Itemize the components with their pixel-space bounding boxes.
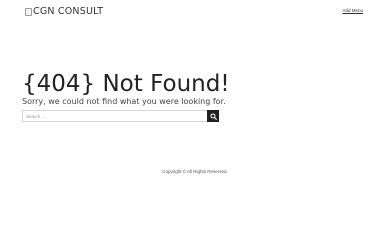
logo-text: CGN CONSULT bbox=[33, 6, 104, 17]
page: CGN CONSULT Add Menu {404} Not Found! So… bbox=[0, 0, 390, 240]
site-logo[interactable]: CGN CONSULT bbox=[25, 6, 103, 18]
search-input[interactable] bbox=[22, 110, 207, 122]
page-title: {404} Not Found! bbox=[22, 71, 230, 97]
search-button[interactable] bbox=[207, 110, 219, 122]
add-menu-link[interactable]: Add Menu bbox=[342, 8, 363, 13]
footer-copyright: Copyright © All Rights Reserved. bbox=[162, 169, 228, 174]
page-subtitle: Sorry, we could not find what you were l… bbox=[22, 97, 226, 106]
search-icon bbox=[209, 112, 217, 120]
broken-image-icon bbox=[25, 8, 32, 16]
search-form bbox=[22, 110, 219, 122]
